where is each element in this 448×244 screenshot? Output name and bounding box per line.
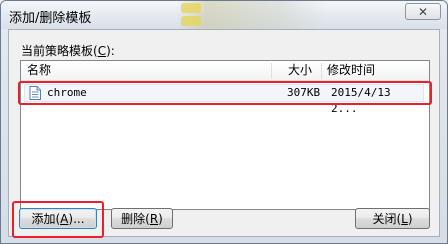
dialog-body: 当前策略模板(C): 名称 大小 修改时间 chrome 307KB 2015/… bbox=[8, 29, 440, 237]
window-title: 添加/删除模板 bbox=[9, 11, 92, 26]
document-icon bbox=[29, 86, 41, 100]
column-header-modified[interactable]: 修改时间 bbox=[327, 61, 375, 80]
background-folder-icon bbox=[181, 3, 201, 13]
templates-list[interactable]: 名称 大小 修改时间 chrome 307KB 2015/4/13 2... bbox=[20, 60, 430, 210]
template-size: 307KB bbox=[287, 86, 321, 99]
close-window-button[interactable]: ✕ bbox=[405, 3, 441, 20]
list-item[interactable]: chrome 307KB 2015/4/13 2... bbox=[24, 84, 424, 115]
template-name: chrome bbox=[47, 86, 87, 99]
column-divider[interactable] bbox=[321, 63, 322, 79]
add-remove-templates-dialog: 添加/删除模板 ✕ 当前策略模板(C): 名称 大小 修改时间 chrome 3… bbox=[0, 0, 448, 244]
column-header-name[interactable]: 名称 bbox=[27, 61, 51, 80]
column-divider[interactable] bbox=[271, 63, 272, 79]
template-modified: 2015/4/13 2... bbox=[331, 86, 391, 115]
close-icon: ✕ bbox=[417, 4, 429, 19]
current-templates-label: 当前策略模板(C): bbox=[21, 44, 115, 58]
remove-button[interactable]: 删除(R) bbox=[111, 208, 173, 229]
close-button[interactable]: 关闭(L) bbox=[355, 208, 430, 229]
background-folder-icon bbox=[181, 16, 201, 26]
add-button[interactable]: 添加(A)... bbox=[19, 208, 97, 229]
list-header: 名称 大小 修改时间 bbox=[21, 61, 429, 81]
title-bar[interactable]: 添加/删除模板 ✕ bbox=[1, 1, 447, 29]
column-header-size[interactable]: 大小 bbox=[288, 61, 312, 80]
